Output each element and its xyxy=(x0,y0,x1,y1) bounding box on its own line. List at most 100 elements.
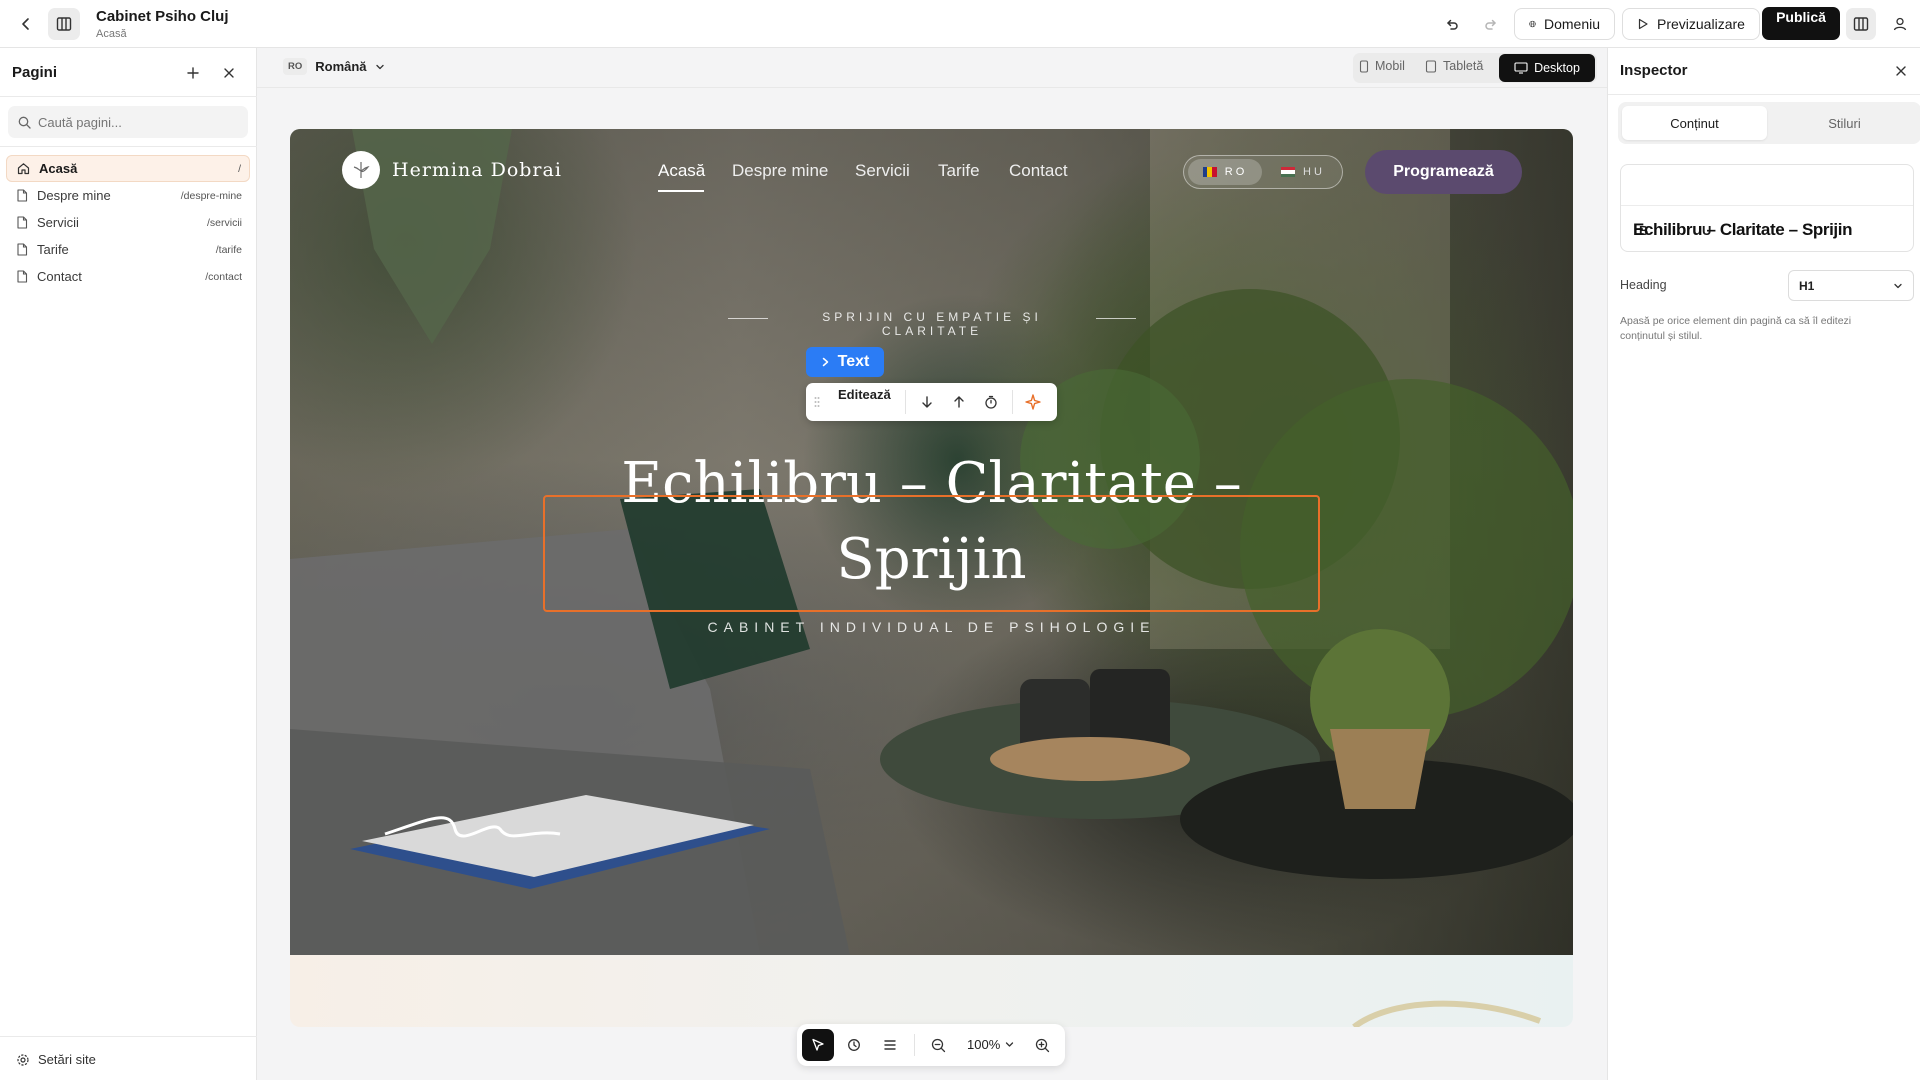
publish-button[interactable]: Publică xyxy=(1762,7,1840,40)
drag-handle-icon[interactable] xyxy=(814,396,820,408)
site-lang-hu-button[interactable]: HU xyxy=(1268,159,1338,185)
search-box[interactable] xyxy=(8,106,248,138)
pages-panel: Pagini Acasă / Despre mine /despre-mine … xyxy=(0,48,257,1080)
device-tablet-button[interactable]: Tabletă xyxy=(1425,59,1483,73)
move-down-icon[interactable] xyxy=(920,395,934,409)
history-icon[interactable] xyxy=(847,1038,861,1052)
redo-button[interactable] xyxy=(1479,12,1503,36)
device-desktop-button[interactable]: Desktop xyxy=(1499,54,1595,82)
flag-hu-icon xyxy=(1281,167,1296,177)
page-item-label: Acasă xyxy=(39,161,78,176)
preview-button[interactable]: Previzualizare xyxy=(1622,8,1760,40)
hero-subheading: CABINET INDIVIDUAL DE PSIHOLOGIE xyxy=(707,619,1156,635)
heading-level-value: H1 xyxy=(1799,278,1815,293)
site-logo-icon xyxy=(342,151,380,189)
tab-label: Stiluri xyxy=(1828,115,1861,131)
flag-ro-icon xyxy=(1202,167,1217,177)
desktop-icon xyxy=(1514,62,1528,74)
inspector-hint: Apasă pe orice element din pagină ca să … xyxy=(1620,315,1852,342)
hero-eyebrow: SPRIJIN CU EMPATIE ȘI CLARITATE xyxy=(822,310,1042,338)
preview-label: Previzualizare xyxy=(1657,16,1745,32)
zoom-select[interactable]: 100% xyxy=(967,1037,1014,1052)
page-item-label: Contact xyxy=(37,269,82,284)
content-text-field[interactable]: Echilibru – Claritate – Sprijin xyxy=(1633,220,1852,240)
site-settings-button[interactable]: Setări site xyxy=(16,1052,96,1067)
current-page-label: Acasă xyxy=(96,28,127,40)
site-nav-tarife[interactable]: Tarife xyxy=(938,161,980,181)
page-item-label: Despre mine xyxy=(37,188,111,203)
zoom-level: 100% xyxy=(967,1037,1001,1052)
site-nav-servicii[interactable]: Servicii xyxy=(855,161,910,181)
zoom-in-icon[interactable] xyxy=(1035,1038,1050,1053)
back-icon[interactable] xyxy=(14,12,38,36)
undo-button[interactable] xyxy=(1440,12,1464,36)
close-pages-button[interactable] xyxy=(218,62,240,84)
page-item-path: /despre-mine xyxy=(180,189,242,202)
user-icon xyxy=(1893,17,1907,31)
chevron-right-icon xyxy=(822,357,828,367)
user-button[interactable] xyxy=(1888,12,1912,36)
page-item-despre-mine[interactable]: Despre mine /despre-mine xyxy=(6,182,250,209)
heading-level-select[interactable]: H1 xyxy=(1788,270,1914,301)
undo-icon xyxy=(1447,19,1458,30)
page-item-contact[interactable]: Contact /contact xyxy=(6,263,250,290)
page-item-path: /contact xyxy=(205,270,242,283)
toggle-sidebar-button[interactable] xyxy=(48,8,80,40)
device-label: Desktop xyxy=(1534,61,1580,75)
page-icon xyxy=(17,243,28,256)
page-item-path: /tarife xyxy=(215,243,242,256)
page-item-label: Tarife xyxy=(37,242,69,257)
close-icon xyxy=(224,68,234,78)
page-icon xyxy=(17,270,28,283)
mobile-icon xyxy=(1359,59,1369,73)
chevron-down-icon xyxy=(375,64,384,69)
globe-icon xyxy=(1529,20,1536,28)
site-nav-contact[interactable]: Contact xyxy=(1009,161,1068,181)
tab-continut[interactable]: Conținut xyxy=(1622,106,1767,140)
domain-button[interactable]: Domeniu xyxy=(1514,8,1615,40)
selection-type-tag[interactable]: Text xyxy=(806,347,884,377)
edit-element-button[interactable]: Editează xyxy=(838,387,891,402)
inspector-panel: Inspector Conținut Stiluri B I U Echilib… xyxy=(1607,48,1920,1080)
page-item-servicii[interactable]: Servicii /servicii xyxy=(6,209,250,236)
page-item-acasa[interactable]: Acasă / xyxy=(6,155,250,182)
site-nav-despre-mine[interactable]: Despre mine xyxy=(732,161,828,181)
zoom-out-icon[interactable] xyxy=(931,1038,946,1053)
chevron-down-icon xyxy=(1894,283,1902,288)
inspector-title: Inspector xyxy=(1620,62,1688,79)
language-code-badge: RO xyxy=(283,58,308,75)
ai-sparkle-icon[interactable] xyxy=(1024,393,1042,411)
layers-icon[interactable] xyxy=(883,1038,897,1052)
divider xyxy=(0,1036,257,1037)
tab-label: Conținut xyxy=(1670,115,1719,131)
move-up-icon[interactable] xyxy=(952,395,966,409)
language-select[interactable]: RO Română xyxy=(283,58,385,75)
inspector-tabs: Conținut Stiluri xyxy=(1618,102,1920,144)
site-lang-ro-label: RO xyxy=(1224,166,1248,178)
add-page-button[interactable] xyxy=(182,62,204,84)
site-nav-acasa[interactable]: Acasă xyxy=(658,161,705,181)
close-inspector-button[interactable] xyxy=(1890,60,1912,82)
page-icon xyxy=(17,216,28,229)
site-lang-ro-button[interactable]: RO xyxy=(1188,159,1262,185)
page-item-tarife[interactable]: Tarife /tarife xyxy=(6,236,250,263)
tab-stiluri[interactable]: Stiluri xyxy=(1772,106,1917,140)
cursor-icon xyxy=(812,1038,824,1051)
select-tool-button[interactable] xyxy=(802,1029,834,1061)
top-bar: Cabinet Psiho Cluj Acasă Domeniu Previzu… xyxy=(0,0,1920,48)
layout-toggle-button[interactable] xyxy=(1846,8,1876,40)
site-cta-button[interactable]: Programează xyxy=(1365,150,1522,194)
tablet-icon xyxy=(1425,59,1437,73)
close-icon xyxy=(1896,66,1906,76)
selection-type-label: Text xyxy=(837,353,870,370)
page-item-label: Servicii xyxy=(37,215,79,230)
site-settings-label: Setări site xyxy=(38,1052,96,1067)
page-icon xyxy=(17,189,28,202)
timer-icon[interactable] xyxy=(984,395,998,409)
element-toolbar: Editează xyxy=(806,383,1057,421)
device-mobile-button[interactable]: Mobil xyxy=(1359,59,1405,73)
heading-label: Heading xyxy=(1620,278,1667,292)
next-section-preview xyxy=(290,955,1573,1027)
decorative-curve xyxy=(1352,1000,1542,1027)
search-input[interactable] xyxy=(38,112,238,132)
